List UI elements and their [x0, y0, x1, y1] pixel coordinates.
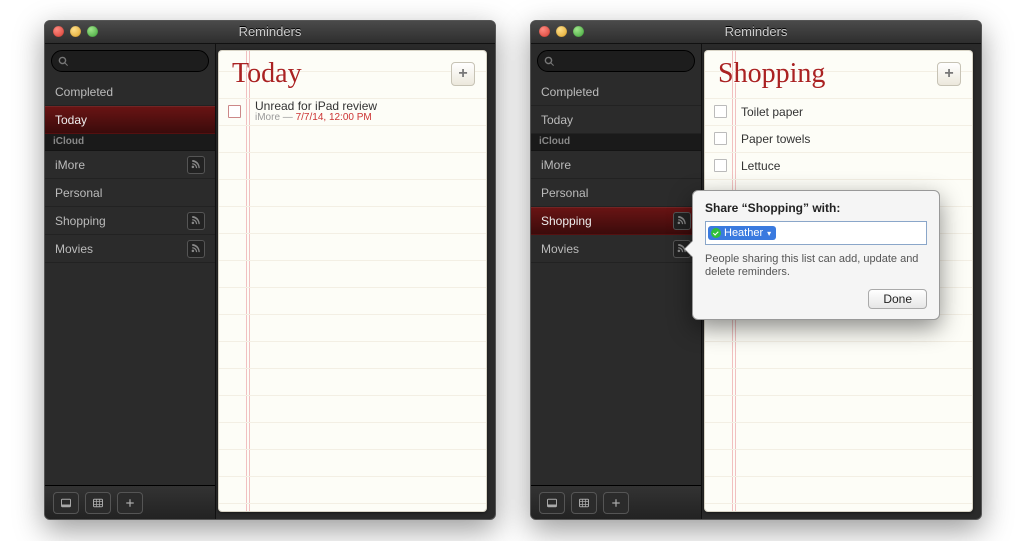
- bottom-toolbar: [45, 485, 215, 520]
- sidebar-item-personal[interactable]: Personal: [531, 179, 701, 207]
- sidebar: Completed Today iCloud iMore Personal Sh…: [45, 44, 216, 520]
- sidebar-item-imore[interactable]: iMore: [531, 151, 701, 179]
- card-view-button[interactable]: [53, 492, 79, 514]
- share-with-input[interactable]: Heather ▾: [705, 221, 927, 245]
- reminder-title: Lettuce: [741, 159, 780, 173]
- reminder-row[interactable]: Paper towels: [704, 125, 973, 152]
- add-list-button[interactable]: [117, 492, 143, 514]
- search-icon: [544, 56, 555, 67]
- list-title: Today: [232, 58, 302, 90]
- paper-sheet: Today + Unread for iPad review iMore — 7…: [218, 50, 487, 512]
- sidebar-item-shopping[interactable]: Shopping: [45, 207, 215, 235]
- share-icon[interactable]: [673, 212, 691, 230]
- sidebar-section-icloud: iCloud: [45, 134, 215, 151]
- traffic-lights: [539, 26, 584, 37]
- reminder-checkbox[interactable]: [714, 132, 727, 145]
- zoom-button[interactable]: [573, 26, 584, 37]
- close-button[interactable]: [539, 26, 550, 37]
- sidebar-item-completed[interactable]: Completed: [45, 78, 215, 106]
- popover-arrow-icon: [685, 241, 693, 257]
- search-input[interactable]: [51, 50, 209, 72]
- main-area: Shopping + Toilet paper Paper towels Let…: [702, 44, 981, 520]
- reminder-checkbox[interactable]: [714, 105, 727, 118]
- sidebar-item-movies[interactable]: Movies: [531, 235, 701, 263]
- window-title: Reminders: [725, 24, 788, 39]
- window-title: Reminders: [239, 24, 302, 39]
- close-button[interactable]: [53, 26, 64, 37]
- reminders-list: Unread for iPad review iMore — 7/7/14, 1…: [218, 98, 487, 512]
- reminder-title: Toilet paper: [741, 105, 803, 119]
- reminder-row[interactable]: Lettuce: [704, 152, 973, 179]
- reminder-subtitle: iMore — 7/7/14, 12:00 PM: [255, 112, 377, 124]
- share-popover-title: Share “Shopping” with:: [705, 201, 927, 215]
- list-title: Shopping: [718, 58, 825, 90]
- add-reminder-button[interactable]: +: [451, 62, 475, 86]
- sidebar-item-personal[interactable]: Personal: [45, 179, 215, 207]
- share-icon[interactable]: [187, 156, 205, 174]
- search-icon: [58, 56, 69, 67]
- reminders-window-right: Reminders Completed Today iCloud iMore P…: [530, 20, 982, 520]
- reminder-title: Paper towels: [741, 132, 810, 146]
- zoom-button[interactable]: [87, 26, 98, 37]
- calendar-view-button[interactable]: [571, 492, 597, 514]
- sidebar-item-today[interactable]: Today: [531, 106, 701, 134]
- add-reminder-button[interactable]: +: [937, 62, 961, 86]
- titlebar[interactable]: Reminders: [45, 21, 495, 44]
- traffic-lights: [53, 26, 98, 37]
- minimize-button[interactable]: [556, 26, 567, 37]
- sidebar-list: Completed Today iCloud iMore Personal Sh…: [531, 78, 701, 485]
- card-view-button[interactable]: [539, 492, 565, 514]
- reminder-checkbox[interactable]: [228, 105, 241, 118]
- reminder-title: Unread for iPad review: [255, 100, 377, 112]
- sidebar-item-movies[interactable]: Movies: [45, 235, 215, 263]
- reminder-row[interactable]: Toilet paper: [704, 98, 973, 125]
- reminders-window-left: Reminders Completed Today iCloud iMore P…: [44, 20, 496, 520]
- sidebar: Completed Today iCloud iMore Personal Sh…: [531, 44, 702, 520]
- sidebar-item-shopping[interactable]: Shopping: [531, 207, 701, 235]
- reminder-row[interactable]: Unread for iPad review iMore — 7/7/14, 1…: [218, 98, 487, 125]
- sidebar-list: Completed Today iCloud iMore Personal Sh…: [45, 78, 215, 485]
- search-input[interactable]: [537, 50, 695, 72]
- chevron-down-icon[interactable]: ▾: [767, 229, 771, 238]
- share-hint: People sharing this list can add, update…: [705, 253, 927, 279]
- done-button[interactable]: Done: [868, 289, 927, 309]
- sidebar-item-today[interactable]: Today: [45, 106, 215, 134]
- minimize-button[interactable]: [70, 26, 81, 37]
- share-icon[interactable]: [187, 212, 205, 230]
- sidebar-section-icloud: iCloud: [531, 134, 701, 151]
- share-icon[interactable]: [187, 240, 205, 258]
- titlebar[interactable]: Reminders: [531, 21, 981, 44]
- main-area: Today + Unread for iPad review iMore — 7…: [216, 44, 495, 520]
- add-list-button[interactable]: [603, 492, 629, 514]
- sidebar-item-imore[interactable]: iMore: [45, 151, 215, 179]
- share-token-name: Heather: [724, 227, 763, 239]
- sidebar-item-completed[interactable]: Completed: [531, 78, 701, 106]
- calendar-view-button[interactable]: [85, 492, 111, 514]
- checkmark-icon: [711, 228, 721, 238]
- share-token[interactable]: Heather ▾: [708, 226, 776, 240]
- bottom-toolbar: [531, 485, 701, 520]
- share-popover: Share “Shopping” with: Heather ▾ People …: [692, 190, 940, 320]
- reminder-checkbox[interactable]: [714, 159, 727, 172]
